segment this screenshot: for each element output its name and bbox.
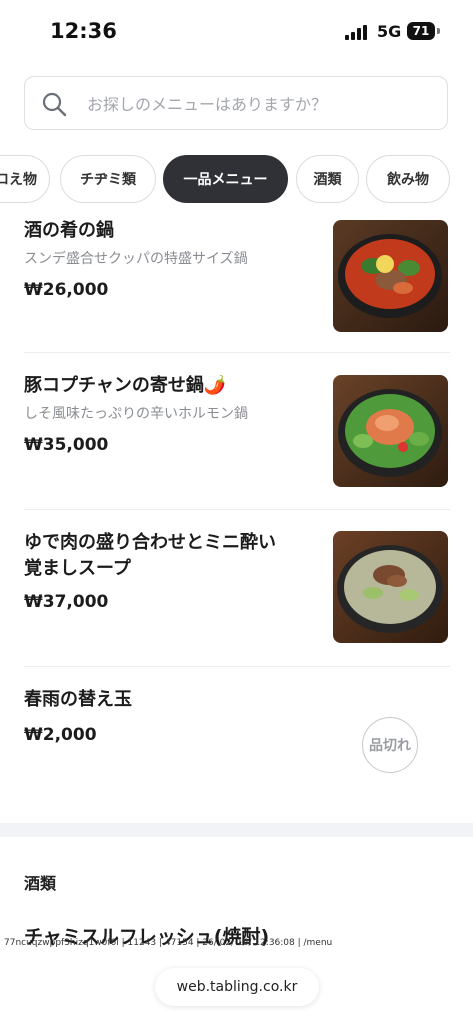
divider [24, 509, 450, 510]
item-name: 春雨の替え玉 [24, 689, 132, 710]
status-bar: 12:36 5G 71 [0, 0, 473, 60]
spicy-hotpot-photo[interactable] [333, 220, 448, 332]
debug-overlay-text: 77ncuqzwppf3hizq1w0f6l | 11243 | 47154 |… [4, 938, 333, 948]
signal-icon [345, 24, 371, 40]
network-label: 5G [377, 22, 402, 41]
battery-tip [437, 28, 440, 34]
tab-drinks[interactable]: 飲み物 [366, 155, 450, 203]
boiled-meat-platter-photo[interactable] [333, 531, 448, 643]
search-bar[interactable] [24, 76, 448, 130]
divider [24, 352, 450, 353]
battery-icon: 71 [407, 22, 435, 40]
intestine-hotpot-photo[interactable] [333, 375, 448, 487]
section-separator [0, 823, 473, 837]
url-bar[interactable]: web.tabling.co.kr [155, 968, 319, 1006]
tab-single-dishes[interactable]: 一品メニュー [163, 155, 288, 203]
search-icon [42, 92, 67, 117]
tab-alcohol[interactable]: 酒類 [296, 155, 359, 203]
tab-pancakes[interactable]: チヂミ類 [60, 155, 156, 203]
tab-grilled[interactable]: ロえ物 [0, 155, 50, 203]
divider [24, 666, 450, 667]
clock: 12:36 [50, 19, 117, 43]
search-input[interactable] [85, 89, 429, 119]
sold-out-badge: 品切れ [362, 717, 418, 773]
section-title: 酒類 [24, 874, 57, 893]
category-tabs: ロえ物 チヂミ類 一品メニュー 酒類 飲み物 [0, 155, 473, 205]
